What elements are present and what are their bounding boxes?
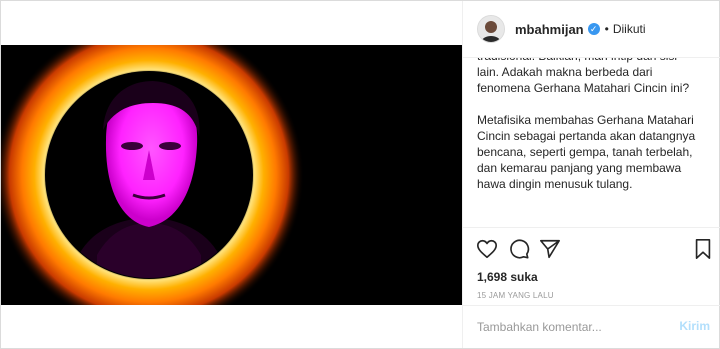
comment-input[interactable] [477,319,657,335]
post-container: dinilai berbahaya untuk kapal-kapal trad… [0,0,720,349]
separator-dot: • [604,22,609,36]
action-bar: 1,698 suka 15 JAM YANG LALU [463,227,720,306]
post-header: mbahmijan ✓ • Diikuti [463,1,720,58]
caption-area[interactable]: dinilai berbahaya untuk kapal-kapal trad… [463,57,720,227]
post-sidebar: dinilai berbahaya untuk kapal-kapal trad… [462,1,720,348]
comment-icon[interactable] [508,238,530,260]
share-icon[interactable] [539,238,561,260]
comment-bar: Kirim [463,305,720,349]
post-image[interactable] [1,45,462,305]
verified-badge-icon: ✓ [587,23,600,35]
follow-status[interactable]: Diikuti [613,22,646,36]
bookmark-icon[interactable] [692,238,714,260]
post-comment-button[interactable]: Kirim [679,319,710,333]
eclipse-image [1,45,462,305]
likes-count[interactable]: 1,698 suka [477,270,538,284]
heart-icon[interactable] [476,238,498,260]
username[interactable]: mbahmijan [515,22,584,37]
avatar[interactable] [477,15,505,43]
caption-paragraph: dinilai berbahaya untuk kapal-kapal trad… [477,57,690,95]
timestamp[interactable]: 15 JAM YANG LALU [477,291,554,300]
caption-paragraph: Metafisika membahas Gerhana Matahari Cin… [477,113,696,191]
